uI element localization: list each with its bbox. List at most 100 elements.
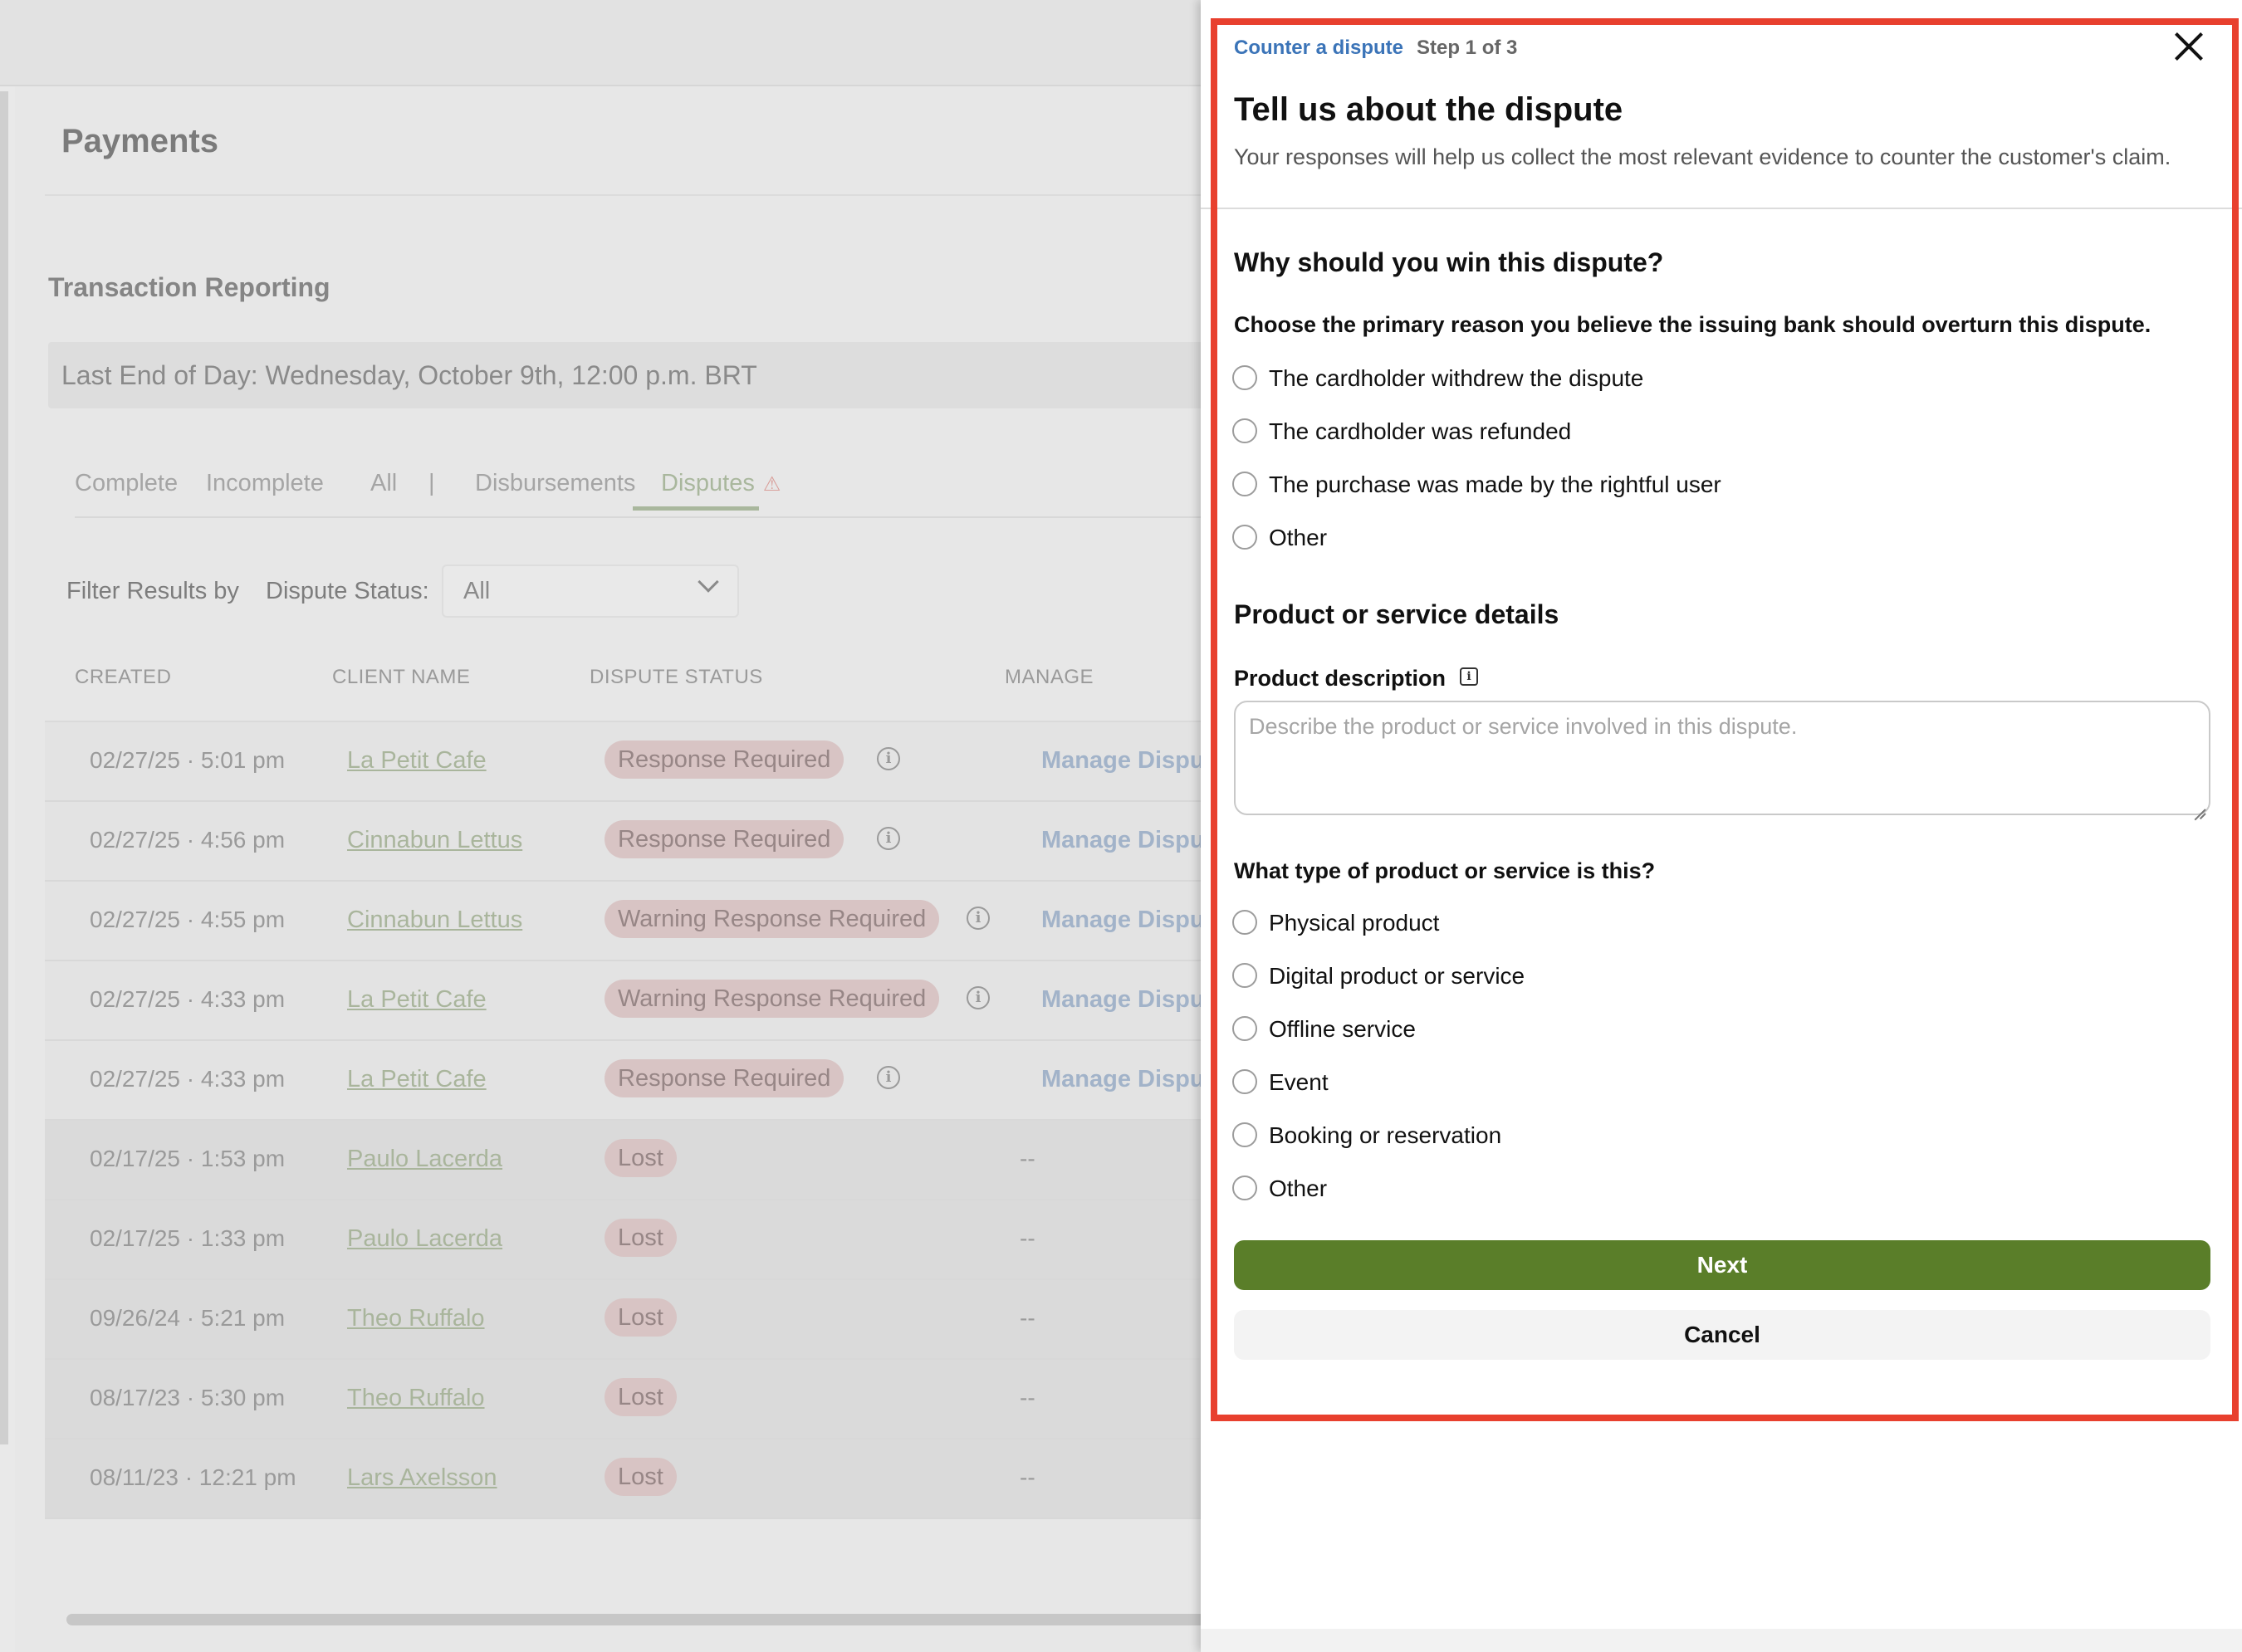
radio-button[interactable] (1232, 365, 1257, 390)
radio-label: Other (1269, 1175, 1328, 1201)
status-badge: Response Required (605, 740, 844, 779)
horizontal-scrollbar[interactable] (66, 1614, 1221, 1625)
created-cell: 02/17/25 · 1:33 pm (90, 1225, 286, 1251)
product-description-label: Product description (1234, 666, 1447, 691)
client-name-link[interactable]: Paulo Lacerda (347, 1146, 502, 1173)
client-name-link[interactable]: Theo Ruffalo (347, 1385, 485, 1412)
radio-button[interactable] (1232, 1069, 1257, 1094)
client-name-link[interactable]: La Petit Cafe (347, 986, 487, 1014)
radio-button[interactable] (1232, 472, 1257, 496)
step-count: Step 1 of 3 (1417, 37, 1518, 59)
status-badge: Warning Response Required (605, 900, 940, 938)
created-cell: 02/27/25 · 4:33 pm (90, 1066, 286, 1092)
created-cell: 09/26/24 · 5:21 pm (90, 1305, 286, 1331)
column-header-client-name: CLIENT NAME (332, 666, 471, 688)
product-section-title: Product or service details (1234, 599, 1559, 629)
radio-button[interactable] (1232, 418, 1257, 443)
created-cell: 08/17/23 · 5:30 pm (90, 1385, 286, 1410)
manage-dispute-link[interactable]: Manage Dispute (1041, 827, 1226, 854)
client-name-link[interactable]: La Petit Cafe (347, 1066, 487, 1093)
radio-button[interactable] (1232, 910, 1257, 935)
cancel-button[interactable]: Cancel (1234, 1310, 2210, 1360)
radio-button[interactable] (1232, 1016, 1257, 1041)
info-icon[interactable]: i (967, 907, 990, 930)
created-cell: 02/27/25 · 4:56 pm (90, 827, 286, 853)
client-name-link[interactable]: Cinnabun Lettus (347, 907, 522, 934)
column-header-dispute-status: DISPUTE STATUS (590, 666, 763, 688)
info-icon[interactable]: i (967, 986, 990, 1009)
filter-label: Filter Results by (66, 578, 239, 604)
manage-placeholder: -- (1020, 1385, 1035, 1410)
panel-heading: Tell us about the dispute (1234, 91, 1623, 128)
table-row: 02/27/25 · 4:33 pm La Petit Cafe Warning R… (45, 961, 1226, 1041)
radio-button[interactable] (1232, 1175, 1257, 1200)
end-of-day-banner: Last End of Day: Wednesday, October 9th,… (48, 342, 1211, 408)
manage-dispute-link[interactable]: Manage Dispute (1041, 986, 1226, 1014)
manage-dispute-link[interactable]: Manage Dispute (1041, 1066, 1226, 1093)
panel-subheading: Your responses will help us collect the … (1234, 144, 2171, 169)
status-badge: Lost (605, 1298, 677, 1337)
radio-label: The cardholder withdrew the dispute (1269, 365, 1644, 391)
top-bar (0, 0, 1204, 86)
status-badge: Warning Response Required (605, 980, 940, 1018)
tab-disputes-label: Disputes (661, 470, 755, 496)
status-badge: Lost (605, 1139, 677, 1177)
divider (75, 516, 1212, 518)
manage-placeholder: -- (1020, 1146, 1035, 1171)
chevron-down-icon (698, 571, 719, 593)
radio-button[interactable] (1232, 1122, 1257, 1147)
table-row: 02/27/25 · 5:01 pm La Petit Cafe Response … (45, 722, 1226, 802)
tab-disputes[interactable]: Disputes ⚠ (661, 470, 781, 497)
status-badge: Lost (605, 1458, 677, 1496)
divider (1201, 208, 2242, 209)
tab-incomplete[interactable]: Incomplete (206, 470, 324, 497)
product-description-input[interactable] (1234, 701, 2210, 815)
tab-disbursements[interactable]: Disbursements (475, 470, 635, 497)
left-scrollbar[interactable] (0, 91, 8, 1444)
next-button[interactable]: Next (1234, 1240, 2210, 1290)
created-cell: 08/11/23 · 12:21 pm (90, 1464, 296, 1490)
client-name-link[interactable]: Cinnabun Lettus (347, 827, 522, 854)
status-badge: Response Required (605, 1059, 844, 1097)
radio-button[interactable] (1232, 963, 1257, 988)
column-header-created: CREATED (75, 666, 172, 688)
radio-label: Offline service (1269, 1016, 1416, 1042)
table-row: 02/27/25 · 4:55 pm Cinnabun Lettus Warning… (45, 882, 1226, 961)
info-icon[interactable]: i (877, 827, 900, 850)
created-cell: 02/27/25 · 5:01 pm (90, 747, 286, 773)
info-icon[interactable]: i (1460, 667, 1478, 686)
info-icon[interactable]: i (877, 747, 900, 770)
section-title: Transaction Reporting (48, 272, 330, 302)
dispute-status-value: All (463, 578, 491, 604)
table-row: 02/17/25 · 1:33 pm Paulo Lacerda Lost -- (45, 1200, 1219, 1280)
client-name-link[interactable]: Theo Ruffalo (347, 1305, 485, 1332)
counter-dispute-panel: Counter a dispute Step 1 of 3 Tell us ab… (1201, 0, 2242, 1652)
divider (45, 194, 1207, 196)
client-name-link[interactable]: Paulo Lacerda (347, 1225, 502, 1253)
info-icon[interactable]: i (877, 1066, 900, 1089)
tab-all[interactable]: All (370, 470, 397, 497)
dispute-status-label: Dispute Status: (266, 578, 429, 604)
radio-label: Booking or reservation (1269, 1122, 1502, 1148)
table-row: 02/27/25 · 4:33 pm La Petit Cafe Response … (45, 1041, 1226, 1121)
radio-label: Physical product (1269, 910, 1440, 936)
radio-button[interactable] (1232, 525, 1257, 550)
active-tab-underline (633, 506, 759, 511)
page-title: Payments (61, 123, 218, 159)
manage-placeholder: -- (1020, 1305, 1035, 1331)
warning-icon: ⚠ (762, 473, 781, 496)
client-name-link[interactable]: La Petit Cafe (347, 747, 487, 775)
radio-label: Digital product or service (1269, 963, 1525, 989)
table-row: 02/17/25 · 1:53 pm Paulo Lacerda Lost -- (45, 1121, 1219, 1200)
manage-dispute-link[interactable]: Manage Dispute (1041, 907, 1226, 934)
manage-dispute-link[interactable]: Manage Dispute (1041, 747, 1226, 775)
status-badge: Lost (605, 1219, 677, 1257)
table-row: 08/17/23 · 5:30 pm Theo Ruffalo Lost -- (45, 1360, 1219, 1439)
reason-section-title: Why should you win this dispute? (1234, 247, 1664, 277)
close-icon[interactable] (2172, 30, 2205, 63)
column-header-manage: MANAGE (1005, 666, 1094, 688)
dispute-status-select[interactable]: All (442, 565, 739, 618)
manage-placeholder: -- (1020, 1225, 1035, 1251)
tab-complete[interactable]: Complete (75, 470, 178, 497)
client-name-link[interactable]: Lars Axelsson (347, 1464, 497, 1492)
